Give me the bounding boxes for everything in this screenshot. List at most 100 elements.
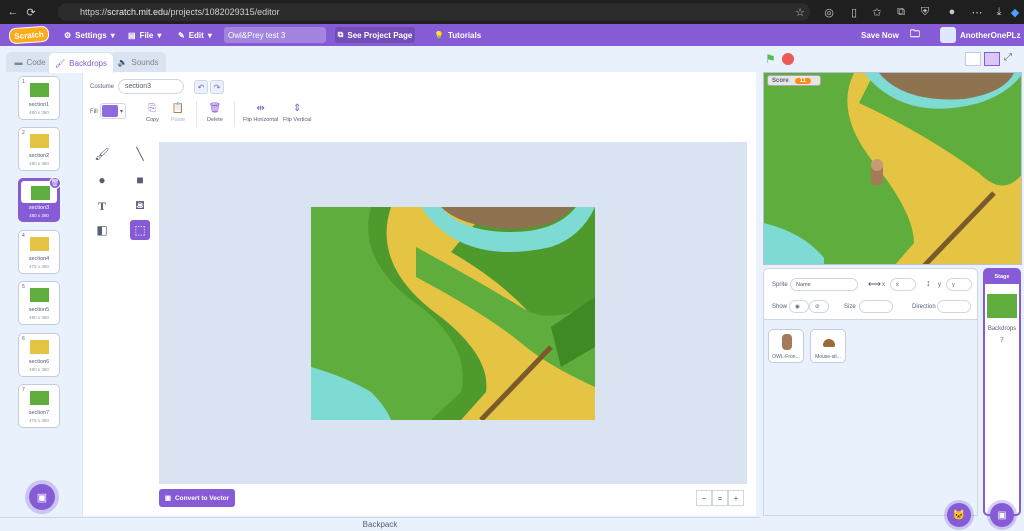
direction-label: Direction: [912, 304, 936, 310]
eraser-tool[interactable]: ◧: [92, 220, 112, 240]
see-project-page-button[interactable]: ⧉ See Project Page: [335, 27, 415, 43]
sprite-name-input[interactable]: Name: [790, 278, 858, 291]
favorites-icon[interactable]: ✩: [868, 6, 886, 19]
circle-tool[interactable]: ●: [92, 170, 112, 190]
bulb-icon: 💡: [434, 30, 444, 40]
fill-color-picker[interactable]: ▾: [100, 103, 126, 119]
copilot-icon[interactable]: ◆: [1006, 6, 1024, 19]
backdrop-size: 480 x 360: [29, 315, 49, 320]
x-input[interactable]: x: [890, 278, 916, 291]
stage[interactable]: [763, 72, 1022, 265]
backdrop-item[interactable]: 4 section4 475 x 360: [18, 230, 60, 274]
backdrop-thumbnail: [30, 134, 49, 148]
account-menu[interactable]: AnotherOnePLz▾: [940, 24, 1024, 46]
text-tool[interactable]: T: [92, 196, 112, 216]
sprite-tile[interactable]: OWL-Fron...: [768, 329, 804, 363]
fill-tool[interactable]: ⛾: [130, 196, 150, 216]
star-icon[interactable]: ☆: [791, 6, 809, 19]
delete-backdrop-icon[interactable]: 🗑: [49, 177, 61, 189]
backdrop-item[interactable]: 5 section5 480 x 360: [18, 281, 60, 325]
backdrop-size: 480 x 360: [29, 213, 49, 218]
menu-bar: Scratch ⚙ Settings ▾ ▤ File ▾ ✎ Edit ▾ Owl&Pre…: [0, 24, 1024, 46]
backdrop-item[interactable]: 6 section6 480 x 360: [18, 333, 60, 377]
eye-off-icon: ⊘: [815, 303, 820, 310]
small-stage-icon[interactable]: [965, 52, 981, 66]
tutorials-button[interactable]: 💡 Tutorials: [434, 24, 481, 46]
settings-more-icon[interactable]: ⋯: [968, 6, 986, 19]
direction-input[interactable]: [937, 300, 971, 313]
sprite-tile[interactable]: Mouse-sit...: [810, 329, 846, 363]
choose-backdrop-stage-button[interactable]: ▣: [990, 503, 1014, 527]
url-scheme: https://: [80, 7, 108, 17]
tab-code[interactable]: ▬ Code: [6, 52, 54, 72]
backdrops-count: 7: [1000, 338, 1004, 344]
caret-down-icon: ▾: [157, 30, 162, 40]
backdrop-thumbnail: [30, 340, 49, 354]
paste-button[interactable]: 📋 Paste: [171, 103, 185, 123]
show-hidden-toggle[interactable]: ⊘: [809, 300, 829, 313]
copy-icon: ⎘: [148, 103, 157, 114]
flip-vertical-button[interactable]: ⇕ Flip Vertical: [283, 103, 311, 123]
my-stuff-icon[interactable]: 🗀: [910, 24, 920, 46]
brush-icon: 🖌: [55, 58, 66, 68]
select-tool[interactable]: ⬚: [130, 220, 150, 240]
redo-icon: ↷: [213, 82, 221, 92]
y-input[interactable]: y: [946, 278, 972, 291]
profile-icon[interactable]: ●: [943, 6, 961, 18]
x-label: x: [882, 282, 885, 288]
fullscreen-icon[interactable]: ⤢: [1004, 52, 1012, 63]
choose-backdrop-button[interactable]: ▣: [29, 484, 55, 510]
back-icon[interactable]: ←: [4, 6, 22, 18]
line-tool[interactable]: ╲: [130, 144, 150, 164]
url-path: /projects/1082029315/editor: [168, 7, 280, 17]
settings-menu[interactable]: ⚙ Settings ▾: [64, 24, 115, 46]
score-monitor[interactable]: Score 11: [767, 75, 821, 86]
delete-button[interactable]: 🗑 Delete: [207, 103, 223, 123]
reload-icon[interactable]: ⟳: [22, 6, 40, 19]
y-label: y: [938, 282, 941, 288]
green-flag-icon[interactable]: ⚑: [765, 52, 776, 66]
save-now-button[interactable]: Save Now: [861, 24, 899, 46]
undo-button[interactable]: ↶: [194, 80, 208, 94]
backdrop-item[interactable]: 7 section7 475 x 360: [18, 384, 60, 428]
redo-button[interactable]: ↷: [210, 80, 224, 94]
backdrop-item-selected[interactable]: 3 section3 480 x 360 🗑: [18, 177, 61, 222]
backdrop-num: 1: [22, 79, 25, 85]
brush-tool[interactable]: 🖌: [92, 144, 112, 164]
collections-icon[interactable]: ⧉: [892, 6, 910, 19]
copy-button[interactable]: ⎘ Copy: [146, 103, 159, 123]
flip-horizontal-icon: ⇹: [256, 103, 265, 114]
stage-target-panel[interactable]: Stage Backdrops 7: [983, 268, 1021, 516]
zoom-out-button[interactable]: −: [696, 490, 712, 506]
scratch-logo[interactable]: Scratch: [8, 25, 50, 45]
choose-sprite-button[interactable]: 🐱: [947, 503, 971, 527]
stop-icon[interactable]: [782, 53, 794, 65]
tab-sounds[interactable]: 🔈 Sounds: [110, 52, 166, 72]
caret-down-icon: ▾: [110, 30, 115, 40]
convert-to-vector-button[interactable]: ▣ Convert to Vector: [159, 489, 235, 507]
split-icon[interactable]: ▯: [845, 6, 863, 19]
tab-backdrops-label: Backdrops: [69, 58, 107, 68]
address-bar[interactable]: https://scratch.mit.edu/projects/1082029…: [58, 3, 810, 21]
backdrop-item[interactable]: 2 section2 480 x 360: [18, 127, 60, 171]
backdrop-name: section5: [28, 307, 50, 313]
large-stage-icon[interactable]: [984, 52, 1000, 66]
zoom-reset-button[interactable]: =: [712, 490, 728, 506]
costume-name-input[interactable]: section3: [118, 79, 184, 94]
backpack-bar[interactable]: Backpack: [0, 517, 760, 531]
flip-horizontal-button[interactable]: ⇹ Flip Horizontal: [243, 103, 278, 123]
edit-menu[interactable]: ✎ Edit ▾: [178, 24, 212, 46]
square-icon: ■: [136, 173, 144, 187]
rectangle-tool[interactable]: ■: [130, 170, 150, 190]
image-add-icon: ▣: [36, 491, 48, 504]
size-input[interactable]: [859, 300, 893, 313]
extension-icon[interactable]: ◎: [820, 6, 838, 19]
shield-icon[interactable]: ⛨: [916, 6, 934, 19]
divider: [196, 101, 197, 127]
zoom-in-button[interactable]: +: [728, 490, 744, 506]
project-title-input[interactable]: Owl&Prey test 3: [224, 27, 326, 43]
show-visible-toggle[interactable]: ◉: [789, 300, 809, 313]
tab-backdrops[interactable]: 🖌 Backdrops: [48, 52, 114, 73]
backdrop-item[interactable]: 1 section1 480 x 360: [18, 76, 60, 120]
file-menu[interactable]: ▤ File ▾: [128, 24, 161, 46]
